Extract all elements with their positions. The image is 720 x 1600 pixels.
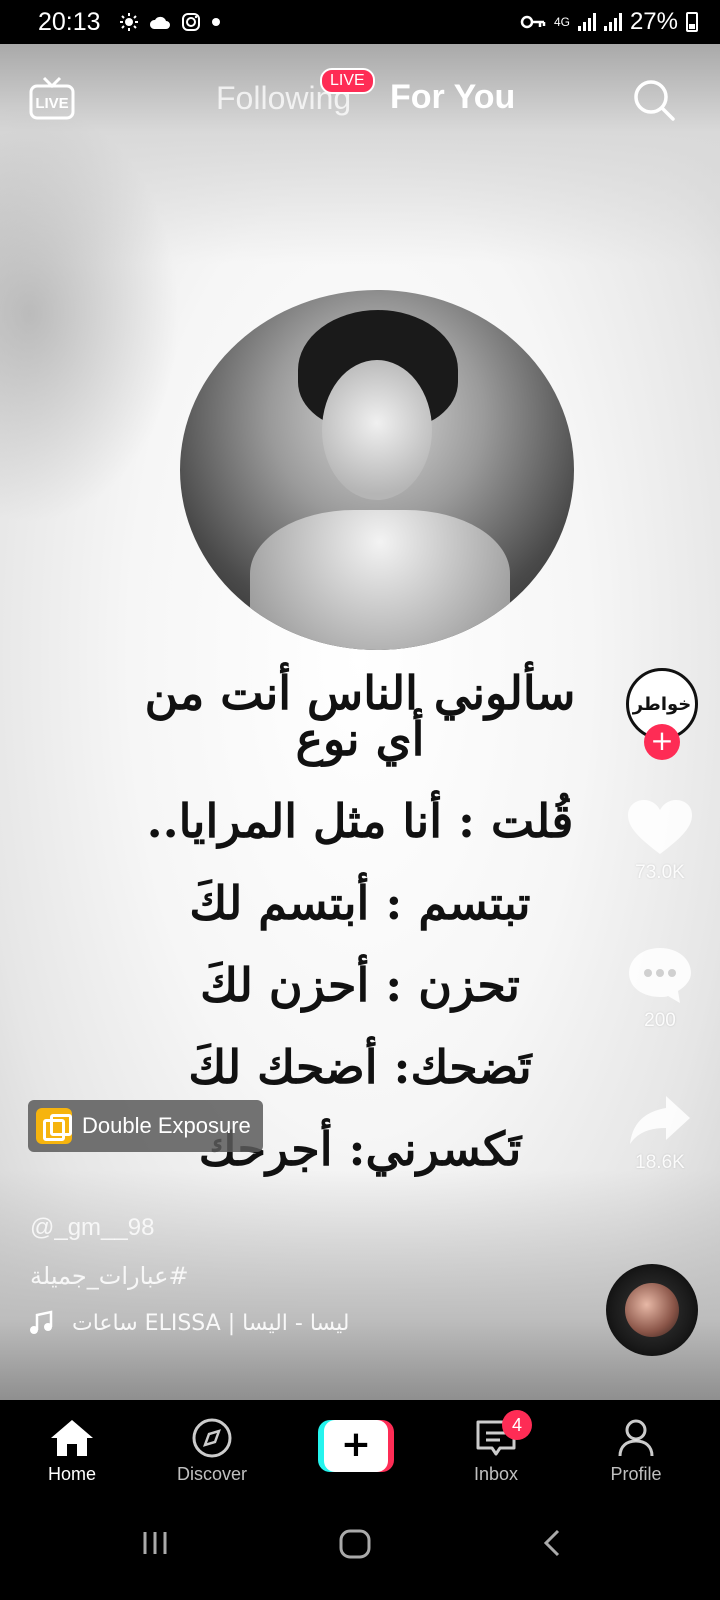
tab-for-you[interactable]: For You [390,78,515,117]
status-time: 20:13 [38,7,101,36]
nav-home-label: Home [47,1464,96,1484]
top-nav: LIVE Following LIVE For You [0,60,720,140]
comment-button[interactable]: 200 [612,944,708,1032]
battery-icon [686,12,698,32]
portrait-face [322,360,432,500]
like-button[interactable]: 73.0K [612,798,708,884]
search-icon [634,80,675,121]
comment-icon [629,948,691,1003]
double-exposure-icon [36,1108,72,1144]
create-button[interactable]: + [318,1420,394,1472]
music-disc[interactable] [606,1264,698,1356]
vpn-key-icon [520,15,546,29]
nav-inbox[interactable]: 4 Inbox [436,1410,556,1485]
music-note-icon [30,1310,53,1334]
nav-home[interactable]: Home [12,1418,132,1485]
home-icon [51,1420,93,1456]
like-count: 73.0K [635,862,685,883]
recent-apps-icon[interactable] [140,1528,170,1558]
nav-inbox-label: Inbox [473,1464,519,1484]
poem-line: تحزن : أحزن لكَ [200,958,520,1012]
nav-discover-label: Discover [176,1464,247,1484]
bride-portrait [180,290,574,650]
profile-icon [618,1419,654,1457]
effect-chip[interactable]: Double Exposure [28,1100,263,1152]
instagram-icon [181,13,200,31]
portrait-dress [250,510,510,650]
live-text: LIVE [35,95,68,112]
hashtag[interactable]: #عبارات_جميلة [30,1262,189,1290]
poem-line: قُلت : أنا مثل المرايا.. [146,794,574,848]
weather-icon [119,13,138,31]
comment-count: 200 [644,1010,676,1031]
follow-button[interactable]: + [644,724,680,760]
music-info[interactable]: ساعات ELISSA | ليسا - اليسا [28,1310,350,1336]
system-nav-bar [0,1500,720,1600]
network-type: 4G [553,15,570,29]
poem-line: تبتسم : أبتسم لكَ [189,876,531,930]
nav-discover[interactable]: Discover [152,1418,272,1485]
status-bar: 20:13 4G 27% [0,0,720,44]
home-system-icon[interactable] [338,1528,372,1560]
live-button[interactable]: LIVE [28,76,76,120]
poem-line: سألوني الناس أنت من أي نوع [144,666,576,766]
nav-profile-label: Profile [610,1464,662,1484]
music-title: ساعات ELISSA | ليسا - اليسا [72,1310,350,1336]
dot-icon [211,18,220,26]
plus-icon: + [324,1420,388,1472]
music-disc-cover [625,1283,679,1337]
back-icon[interactable] [540,1528,564,1558]
battery-percent: 27% [629,8,678,35]
status-notification-icons [119,12,221,32]
signal-icon-2 [603,13,622,31]
live-tv-icon: LIVE [29,76,75,120]
signal-icon [577,13,596,31]
nav-profile[interactable]: Profile [576,1418,696,1485]
search-button[interactable] [632,78,676,122]
share-count: 18.6K [635,1152,685,1173]
inbox-badge: 4 [502,1410,532,1440]
username[interactable]: @_gm__98 [30,1214,154,1242]
poem-line: تَضحك: أضحك لكَ [188,1040,532,1094]
heart-icon [628,800,692,854]
share-button[interactable]: 18.6K [612,1092,708,1174]
compass-icon [192,1418,232,1458]
share-arrow-icon [630,1096,690,1144]
creator-avatar-text: خواطر [632,693,692,715]
bottom-nav: Home Discover + 4 Inbox Profile [0,1400,720,1500]
live-badge: LIVE [320,68,375,94]
cloud-icon [149,16,170,29]
status-right: 4G 27% [520,8,698,36]
effect-label: Double Exposure [82,1113,251,1138]
